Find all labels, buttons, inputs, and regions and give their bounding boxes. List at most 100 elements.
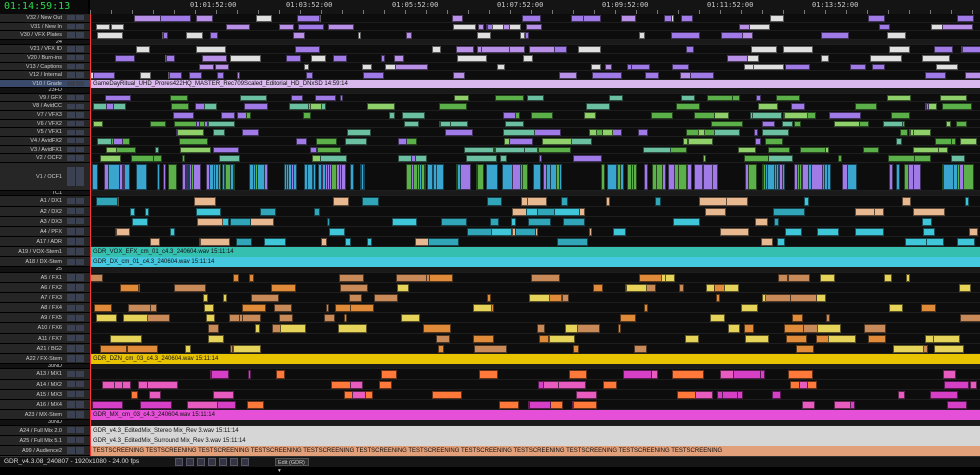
clip-segment[interactable]	[588, 129, 597, 136]
clip-segment[interactable]	[943, 163, 954, 190]
clip-segment[interactable]	[180, 146, 211, 154]
track-header[interactable]: V5 / VFX1	[0, 128, 90, 137]
mute-button[interactable]	[76, 284, 84, 291]
clip-segment[interactable]	[937, 146, 948, 154]
clip-segment[interactable]	[819, 273, 835, 282]
clip-segment[interactable]	[912, 207, 946, 216]
clip-segment[interactable]	[478, 23, 484, 31]
clip-segment[interactable]	[298, 23, 324, 31]
mute-button[interactable]	[76, 401, 84, 408]
clip-segment[interactable]	[145, 207, 150, 216]
clip-segment[interactable]	[96, 138, 113, 145]
mute-button[interactable]	[76, 197, 84, 205]
clip-segment[interactable]	[554, 46, 567, 53]
clip-segment[interactable]	[477, 163, 485, 190]
mute-button[interactable]	[76, 228, 84, 235]
clip-segment[interactable]	[389, 112, 396, 119]
clip-segment[interactable]	[936, 63, 958, 71]
clip-segment[interactable]	[479, 370, 499, 379]
clip-segment[interactable]	[494, 146, 526, 154]
clip-segment[interactable]	[184, 344, 192, 353]
track-lane[interactable]: GDR_DX_cm_01_c4.3_240604.wav 15:11:14	[90, 257, 980, 268]
clip-segment[interactable]	[591, 72, 623, 79]
clip-segment[interactable]	[497, 63, 505, 71]
solo-button[interactable]	[67, 391, 75, 398]
clip-segment[interactable]	[767, 155, 794, 162]
track-header[interactable]: A16 / MX4	[0, 399, 90, 411]
clip-segment[interactable]	[320, 237, 327, 247]
clip-segment[interactable]	[956, 237, 975, 247]
clip-segment[interactable]	[123, 163, 126, 190]
mute-button[interactable]	[76, 370, 84, 378]
clip-segment[interactable]	[568, 370, 587, 379]
clip-segment[interactable]	[761, 129, 789, 136]
solo-button[interactable]	[67, 94, 75, 101]
solo-button[interactable]	[67, 15, 75, 21]
clip-segment[interactable]	[204, 103, 218, 111]
clip-segment[interactable]	[504, 120, 524, 128]
clip-segment[interactable]	[942, 23, 973, 31]
solo-button[interactable]	[67, 258, 75, 265]
clip-segment[interactable]	[200, 237, 231, 247]
clip-segment[interactable]	[895, 138, 903, 145]
solo-button[interactable]	[67, 218, 75, 225]
clip-segment[interactable]	[108, 163, 121, 190]
track-lane[interactable]	[90, 137, 980, 146]
clip-segment[interactable]	[793, 120, 801, 128]
clip-segment[interactable]	[527, 94, 544, 102]
clip-segment[interactable]	[195, 46, 226, 53]
clip-segment[interactable]	[791, 314, 804, 323]
clip-segment[interactable]	[319, 155, 347, 162]
clip-segment[interactable]	[743, 324, 755, 333]
clip-segment[interactable]	[644, 163, 649, 190]
clip-segment[interactable]	[93, 120, 103, 128]
long-clip[interactable]: GDR_v4.3_EditedMix_Surround Mix_Rev 3.wa…	[90, 435, 980, 446]
solo-button[interactable]	[67, 447, 75, 454]
clip-segment[interactable]	[679, 283, 685, 293]
clip-segment[interactable]	[605, 197, 610, 206]
clip-segment[interactable]	[131, 390, 138, 399]
clip-segment[interactable]	[549, 334, 576, 343]
clip-segment[interactable]	[761, 237, 774, 247]
clip-segment[interactable]	[787, 273, 810, 282]
clip-segment[interactable]	[326, 217, 330, 226]
clip-segment[interactable]	[185, 32, 204, 39]
clip-segment[interactable]	[654, 197, 662, 206]
clip-segment[interactable]	[553, 207, 581, 216]
clip-segment[interactable]	[572, 155, 603, 162]
clip-segment[interactable]	[965, 72, 980, 79]
clip-segment[interactable]	[557, 237, 589, 247]
clip-segment[interactable]	[605, 63, 613, 71]
solo-button[interactable]	[67, 401, 75, 408]
solo-button[interactable]	[67, 426, 75, 434]
clip-segment[interactable]	[289, 103, 310, 111]
clip-segment[interactable]	[710, 314, 726, 323]
clip-segment[interactable]	[223, 294, 228, 303]
long-clip[interactable]: GDR_MX_cm_03_c4.3_240604.wav 15:11:14	[90, 410, 980, 421]
solo-button[interactable]	[67, 72, 75, 78]
clip-segment[interactable]	[205, 314, 215, 323]
solo-button[interactable]	[67, 103, 75, 109]
mute-button[interactable]	[76, 258, 84, 265]
clip-segment[interactable]	[870, 54, 902, 62]
clip-segment[interactable]	[745, 334, 769, 343]
clip-segment[interactable]	[237, 72, 241, 79]
clip-segment[interactable]	[361, 63, 373, 71]
clip-segment[interactable]	[271, 283, 296, 293]
clip-segment[interactable]	[667, 163, 675, 190]
clip-segment[interactable]	[244, 103, 268, 111]
track-header[interactable]: A11 / FX7	[0, 333, 90, 344]
track-lane[interactable]	[90, 154, 980, 163]
mute-button[interactable]	[76, 324, 84, 332]
clip-segment[interactable]	[784, 227, 803, 236]
clip-segment[interactable]	[772, 390, 782, 399]
clip-segment[interactable]	[431, 163, 434, 190]
mute-button[interactable]	[76, 294, 84, 301]
clip-segment[interactable]	[637, 129, 649, 136]
track-lane[interactable]: GDR_v4.3_EditedMix_Stereo Mix_Rev 3.wav …	[90, 425, 980, 436]
mute-button[interactable]	[76, 55, 84, 61]
clip-segment[interactable]	[588, 227, 593, 236]
solo-button[interactable]	[67, 380, 75, 388]
clip-segment[interactable]	[643, 146, 671, 154]
clip-segment[interactable]	[519, 32, 525, 39]
